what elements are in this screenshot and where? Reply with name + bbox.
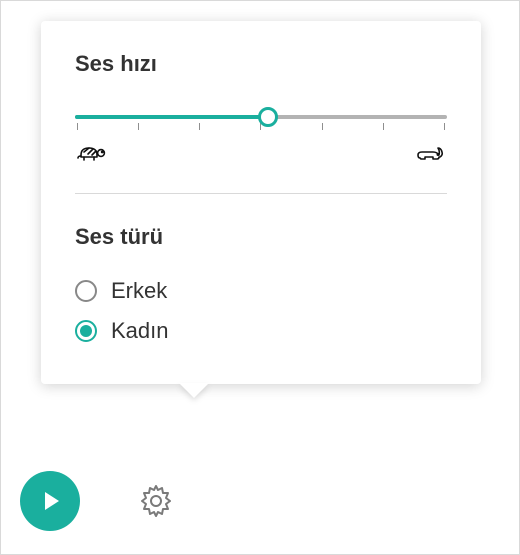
rabbit-icon	[415, 141, 445, 163]
turtle-icon	[77, 141, 107, 163]
radio-circle-icon	[75, 320, 97, 342]
settings-button[interactable]	[136, 481, 176, 521]
play-icon	[37, 488, 63, 514]
radio-circle-icon	[75, 280, 97, 302]
slider-tick	[322, 123, 323, 130]
slider-tick	[138, 123, 139, 130]
popover-caret	[179, 383, 209, 398]
voice-section-title: Ses türü	[75, 224, 447, 250]
speed-slider[interactable]	[75, 105, 447, 175]
slider-tick	[199, 123, 200, 130]
slider-thumb[interactable]	[258, 107, 278, 127]
radio-male[interactable]: Erkek	[75, 278, 447, 304]
play-button[interactable]	[20, 471, 80, 531]
slider-tick	[77, 123, 78, 130]
radio-dot-icon	[80, 325, 92, 337]
radio-female[interactable]: Kadın	[75, 318, 447, 344]
slider-tick	[444, 123, 445, 130]
slider-fill	[75, 115, 268, 119]
bottom-toolbar	[20, 471, 176, 531]
voice-type-radio-group: Erkek Kadın	[75, 278, 447, 344]
slider-tick	[383, 123, 384, 130]
speed-section-title: Ses hızı	[75, 51, 447, 77]
voice-settings-popover: Ses hızı	[41, 21, 481, 384]
gear-icon	[138, 483, 174, 519]
divider	[75, 193, 447, 194]
radio-label-male: Erkek	[111, 278, 167, 304]
radio-label-female: Kadın	[111, 318, 169, 344]
